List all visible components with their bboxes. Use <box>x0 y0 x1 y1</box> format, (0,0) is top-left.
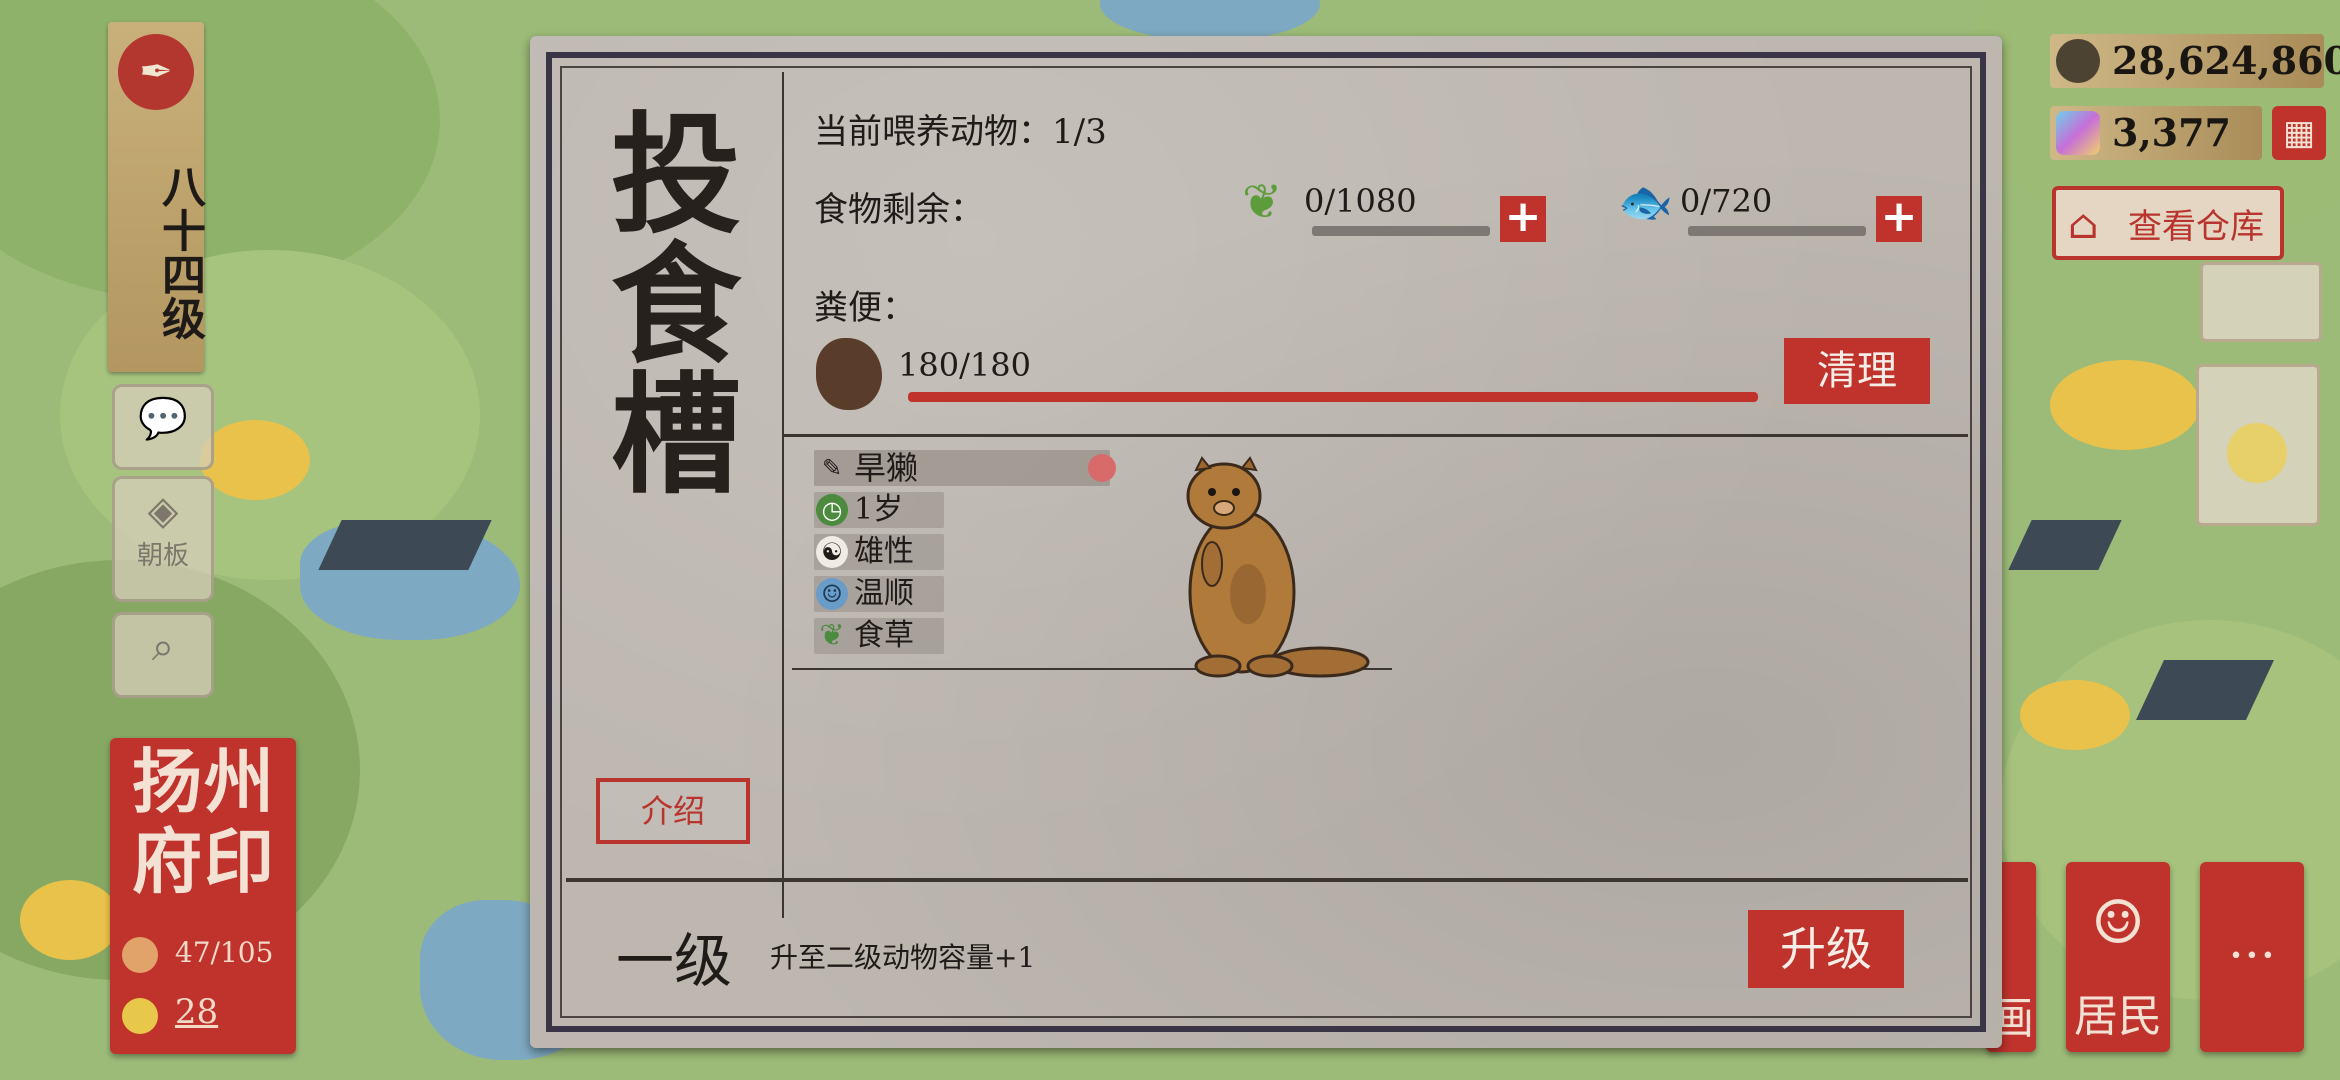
waste-label: 粪便： <box>814 288 916 328</box>
add-vegetable-button[interactable]: + <box>1500 195 1546 242</box>
marmot-sprite[interactable] <box>1170 444 1390 684</box>
residents-count: 28 <box>174 992 219 1032</box>
stats-divider <box>784 434 1968 437</box>
view-warehouse-label: 查看仓库 <box>2128 207 2264 247</box>
copper-coin-icon <box>2056 39 2100 83</box>
clean-button[interactable]: 清理 <box>1784 338 1930 404</box>
residents-button[interactable]: ☺ 居民 <box>2066 862 2170 1052</box>
vegetable-food-bar <box>1312 226 1490 236</box>
gem-value: 3,377 <box>2112 110 2231 155</box>
mild-face-icon: ☺ <box>816 578 848 610</box>
intro-button[interactable]: 介绍 <box>596 778 750 844</box>
current-animals-label: 当前喂养动物： <box>814 112 1052 152</box>
population-value: 47/105 <box>174 936 274 969</box>
waste-icon <box>816 338 882 410</box>
waste-bar <box>908 392 1758 402</box>
vegetable-food-value: 0/1080 <box>1304 182 1417 220</box>
resident-icon: ☺ <box>2091 888 2145 958</box>
yin-yang-icon: ☯ <box>816 536 848 568</box>
upgrade-button[interactable]: 升级 <box>1748 910 1904 988</box>
shop-button[interactable]: ▦ <box>2272 106 2326 160</box>
shop-icon: ▦ <box>2282 113 2316 153</box>
view-warehouse-button[interactable]: ⌂ 查看仓库 <box>2052 186 2284 260</box>
animal-diet: 食草 <box>854 618 914 653</box>
leaf-icon: ❦ <box>819 618 845 653</box>
population-row: 47/105 <box>122 936 273 973</box>
gem-icon <box>2056 111 2100 155</box>
upgrade-description: 升至二级动物容量+1 <box>770 941 1036 974</box>
fish-event-icon <box>2227 423 2287 483</box>
current-animals-value: 1/3 <box>1052 112 1107 152</box>
animal-temperament-row: ☺ 温顺 <box>814 576 944 612</box>
court-board-icon: ◈ <box>147 488 179 534</box>
fish-food-value: 0/720 <box>1680 182 1773 220</box>
gem-counter: 3,377 <box>2050 106 2262 160</box>
vegetable-food-meter: ❦ 0/1080 <box>1242 174 1522 242</box>
chat-icon: 💬 <box>138 396 188 442</box>
player-level-badge[interactable]: ✒ 八十四级 <box>108 22 205 372</box>
copper-coin-counter: 28,624,860 <box>2050 34 2340 88</box>
animal-name-row[interactable]: ✎ 旱獭 <box>814 449 1116 487</box>
animal-temperament: 温顺 <box>854 576 914 611</box>
footer-divider <box>566 878 1968 882</box>
court-board-button[interactable]: ◈ 朝板 <box>112 476 214 602</box>
population-icon <box>122 936 158 973</box>
animal-diet-row: ❦ 食草 <box>814 618 944 654</box>
trough-level: 一级 <box>616 927 733 995</box>
animal-age: 1岁 <box>854 492 904 527</box>
yangzhou-seal[interactable]: 扬州府印 47/105 28 <box>110 738 296 1054</box>
title-divider <box>782 72 784 918</box>
search-button[interactable]: ⌕ <box>112 612 214 698</box>
food-remaining-label: 食物剩余： <box>814 190 984 230</box>
panel-title: 投食槽 <box>589 106 742 496</box>
residents-row: 28 <box>122 992 218 1034</box>
event-card[interactable] <box>2196 364 2320 526</box>
magnifier-icon: ⌕ <box>151 624 175 670</box>
animal-gender-row: ☯ 雄性 <box>814 534 944 570</box>
fish-icon: 🐟 <box>1618 177 1673 228</box>
brush-emblem-icon: ✒ <box>118 34 194 110</box>
fish-food-bar <box>1688 226 1866 236</box>
building-card[interactable] <box>2200 262 2322 342</box>
animal-gender: 雄性 <box>854 534 914 569</box>
brush-icon: ✎ <box>821 454 843 482</box>
more-button[interactable]: ··· <box>2200 862 2304 1052</box>
resident-face-icon <box>122 997 158 1034</box>
add-fish-button[interactable]: + <box>1876 195 1922 242</box>
animal-age-row: ◷ 1岁 <box>814 492 944 528</box>
vegetable-icon: ❦ <box>1242 174 1283 230</box>
player-level-label: 八十四级 <box>154 164 205 340</box>
more-icon: ··· <box>2228 926 2276 984</box>
chat-button[interactable]: 💬 <box>112 384 214 470</box>
residents-label: 居民 <box>2074 991 2162 1042</box>
feeding-trough-panel: 投食槽 介绍 当前喂养动物：1/3 食物剩余： ❦ 0/1080 + 🐟 0/7… <box>530 36 2002 1048</box>
copper-coin-value: 28,624,860 <box>2112 38 2340 83</box>
clock-icon: ◷ <box>816 494 848 526</box>
seal-title: 扬州府印 <box>132 740 276 903</box>
meat-icon <box>1088 454 1116 482</box>
animal-name: 旱獭 <box>854 449 919 487</box>
fish-food-meter: 🐟 0/720 <box>1618 177 1898 242</box>
current-animals-row: 当前喂养动物：1/3 <box>814 104 1107 153</box>
court-board-label: 朝板 <box>136 541 189 571</box>
warehouse-icon: ⌂ <box>2068 202 2099 248</box>
waste-value: 180/180 <box>898 346 1031 384</box>
